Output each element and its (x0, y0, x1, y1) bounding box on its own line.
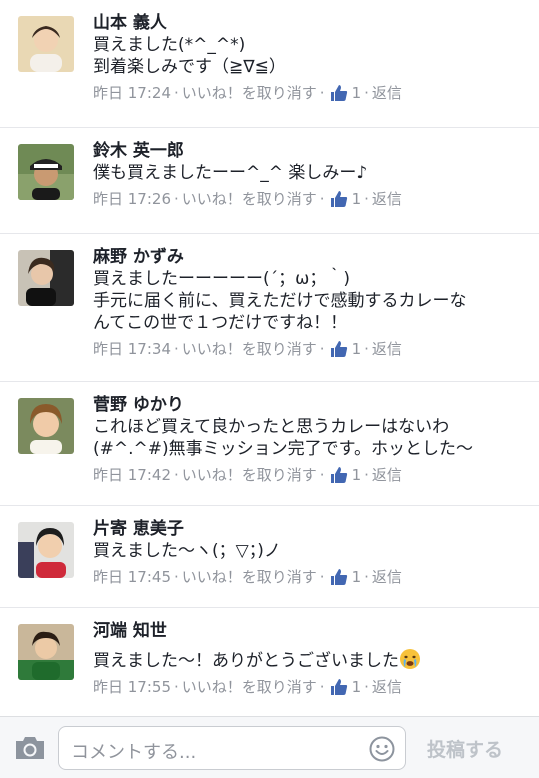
comment-line: 買えました〜ヽ(；▽；)ノ (93, 541, 281, 561)
post-button[interactable]: 投稿する (427, 735, 503, 762)
separator-dot: · (174, 466, 179, 484)
comment-line: 到着楽しみです（≧∇≦） (93, 57, 286, 77)
separator-dot: · (174, 190, 179, 208)
thumbs-up-icon[interactable] (330, 340, 348, 358)
avatar[interactable] (18, 144, 74, 200)
comment-line: (#^.^#)無事ミッション完了です。ホッとした〜 (93, 439, 473, 459)
comment-meta: 昨日 17:45 · いいね！を取り消す · 1 · 返信 (93, 566, 527, 588)
thumbs-up-icon[interactable] (330, 678, 348, 696)
separator-dot: · (364, 568, 369, 586)
reply-link[interactable]: 返信 (372, 676, 402, 698)
comment-text: 買えました(*^_^*) 到着楽しみです（≧∇≦） (93, 34, 527, 78)
divider (0, 607, 539, 608)
divider (0, 381, 539, 382)
comment-time[interactable]: 昨日 17:26 (93, 188, 171, 210)
comment-text: 買えました〜ヽ(；▽；)ノ (93, 540, 527, 562)
like-count[interactable]: 1 (352, 188, 362, 210)
separator-dot: · (319, 568, 325, 586)
avatar[interactable] (18, 250, 74, 306)
comment-author[interactable]: 鈴木 英一郎 (93, 140, 527, 162)
separator-dot: · (174, 678, 179, 696)
unlike-link[interactable]: いいね！を取り消す (182, 676, 317, 698)
separator-dot: · (364, 466, 369, 484)
like-count[interactable]: 1 (352, 82, 362, 104)
comment-meta: 昨日 17:55 · いいね！を取り消す · 1 · 返信 (93, 676, 527, 698)
reply-link[interactable]: 返信 (372, 338, 402, 360)
comment-time[interactable]: 昨日 17:34 (93, 338, 171, 360)
comment-input[interactable]: コメントする... (58, 726, 406, 770)
divider (0, 233, 539, 234)
avatar[interactable] (18, 16, 74, 72)
reply-link[interactable]: 返信 (372, 82, 402, 104)
comment-line: んてこの世で１つだけですね！！ (93, 313, 348, 333)
comment-line: 買えました〜！ありがとうございました (93, 648, 527, 672)
separator-dot: · (364, 678, 369, 696)
reply-link[interactable]: 返信 (372, 464, 402, 486)
comment-time[interactable]: 昨日 17:24 (93, 82, 171, 104)
comment-text: 買えました〜！ありがとうございました (93, 648, 527, 672)
separator-dot: · (174, 340, 179, 358)
separator-dot: · (364, 190, 369, 208)
comment-time[interactable]: 昨日 17:45 (93, 566, 171, 588)
separator-dot: · (319, 466, 325, 484)
comment-author[interactable]: 山本 義人 (93, 12, 527, 34)
like-count[interactable]: 1 (352, 676, 362, 698)
like-count[interactable]: 1 (352, 338, 362, 360)
thumbs-up-icon[interactable] (330, 466, 348, 484)
comment-composer: コメントする... 投稿する (0, 716, 539, 778)
comment-line: 買えました(*^_^*) (93, 35, 246, 55)
unlike-link[interactable]: いいね！を取り消す (182, 464, 317, 486)
smiley-icon[interactable] (369, 736, 395, 762)
separator-dot: · (319, 84, 325, 102)
unlike-link[interactable]: いいね！を取り消す (182, 566, 317, 588)
comment-author[interactable]: 河端 知世 (93, 620, 527, 642)
avatar[interactable] (18, 398, 74, 454)
comment-author[interactable]: 片寄 恵美子 (93, 518, 527, 540)
comment-meta: 昨日 17:26 · いいね！を取り消す · 1 · 返信 (93, 188, 527, 210)
comment-line: これほど買えて良かったと思うカレーはないわ (93, 417, 450, 437)
separator-dot: · (319, 190, 325, 208)
separator-dot: · (364, 340, 369, 358)
comment-text: 僕も買えましたーー^_^ 楽しみー♪ (93, 162, 527, 184)
separator-dot: · (364, 84, 369, 102)
comment-author[interactable]: 麻野 かずみ (93, 246, 527, 268)
crying-face-emoji (399, 648, 421, 670)
like-count[interactable]: 1 (352, 566, 362, 588)
comment-text: これほど買えて良かったと思うカレーはないわ (#^.^#)無事ミッション完了です… (93, 416, 527, 460)
separator-dot: · (174, 84, 179, 102)
thumbs-up-icon[interactable] (330, 190, 348, 208)
comment-meta: 昨日 17:42 · いいね！を取り消す · 1 · 返信 (93, 464, 527, 486)
comment-time[interactable]: 昨日 17:42 (93, 464, 171, 486)
comment-line: 僕も買えましたーー^_^ 楽しみー♪ (93, 163, 368, 183)
like-count[interactable]: 1 (352, 464, 362, 486)
divider (0, 505, 539, 506)
avatar[interactable] (18, 522, 74, 578)
unlike-link[interactable]: いいね！を取り消す (182, 188, 317, 210)
separator-dot: · (319, 340, 325, 358)
comment-line: 手元に届く前に、買えただけで感動するカレーな (93, 291, 467, 311)
unlike-link[interactable]: いいね！を取り消す (182, 82, 317, 104)
comment-line-text: 買えました〜！ありがとうございました (93, 651, 399, 671)
reply-link[interactable]: 返信 (372, 566, 402, 588)
comment-meta: 昨日 17:34 · いいね！を取り消す · 1 · 返信 (93, 338, 527, 360)
comment-meta: 昨日 17:24 · いいね！を取り消す · 1 · 返信 (93, 82, 527, 104)
divider (0, 127, 539, 128)
thumbs-up-icon[interactable] (330, 568, 348, 586)
reply-link[interactable]: 返信 (372, 188, 402, 210)
comment-author[interactable]: 菅野 ゆかり (93, 394, 527, 416)
comment-time[interactable]: 昨日 17:55 (93, 676, 171, 698)
avatar[interactable] (18, 624, 74, 680)
comment-text: 買えましたーーーーー(´；ω；｀) 手元に届く前に、買えただけで感動するカレーな… (93, 268, 527, 334)
unlike-link[interactable]: いいね！を取り消す (182, 338, 317, 360)
separator-dot: · (174, 568, 179, 586)
camera-icon[interactable] (14, 735, 46, 761)
separator-dot: · (319, 678, 325, 696)
comment-line: 買えましたーーーーー(´；ω；｀) (93, 269, 350, 289)
comment-input-placeholder: コメントする... (71, 742, 197, 763)
thumbs-up-icon[interactable] (330, 84, 348, 102)
